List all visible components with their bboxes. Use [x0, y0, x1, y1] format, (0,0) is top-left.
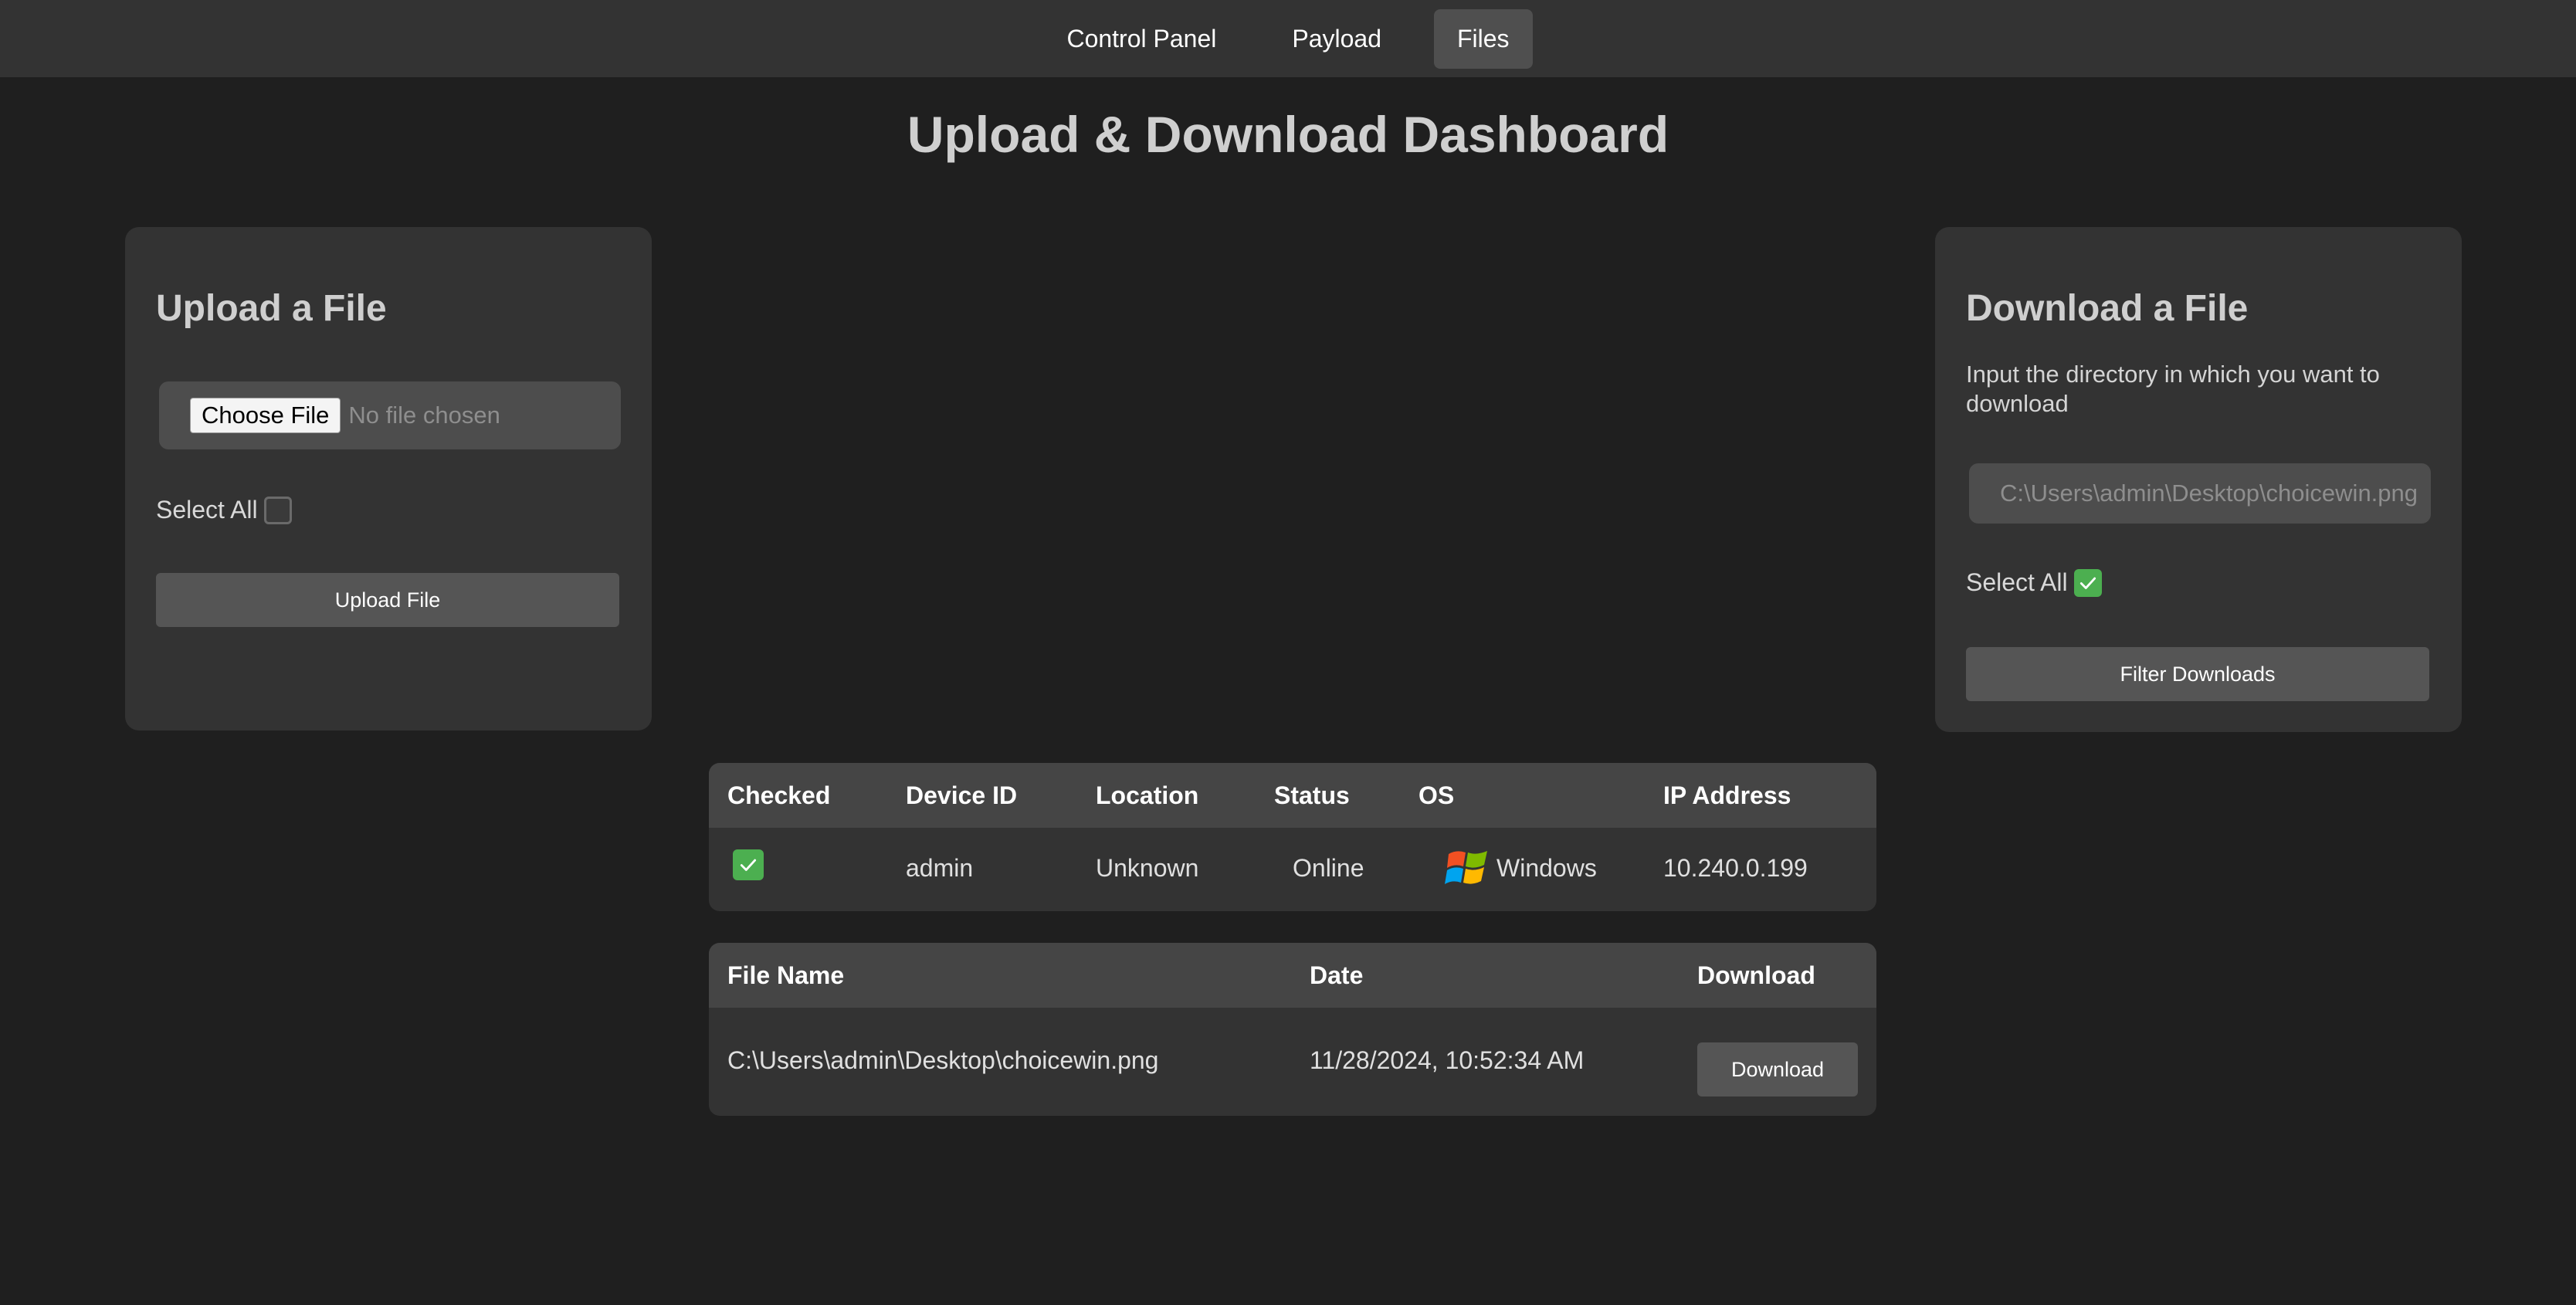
- col-checked: Checked: [727, 781, 831, 809]
- download-select-all: Select All: [1966, 568, 2102, 597]
- download-button[interactable]: Download: [1697, 1042, 1858, 1097]
- download-card: Download a File Input the directory in w…: [1935, 227, 2462, 732]
- col-date: Date: [1310, 961, 1364, 989]
- download-title: Download a File: [1966, 288, 2249, 329]
- col-download: Download: [1697, 961, 1815, 989]
- status-cell: Online: [1293, 854, 1364, 882]
- checkmark-icon: [2079, 577, 2096, 589]
- select-all-label: Select All: [156, 496, 258, 524]
- table-row: C:\Users\admin\Desktop\choicewin.png 11/…: [709, 1008, 1876, 1116]
- upload-select-all-checkbox[interactable]: [263, 496, 292, 524]
- top-nav: Control Panel Payload Files: [0, 0, 2576, 77]
- location-cell: Unknown: [1096, 854, 1199, 882]
- row-checked-cell: [733, 849, 764, 880]
- checkmark-icon: [740, 859, 757, 871]
- files-table: File Name Date Download C:\Users\admin\D…: [709, 943, 1876, 1116]
- select-all-label: Select All: [1966, 568, 2068, 596]
- table-row: admin Unknown Online Windows 10.240.0.19…: [709, 828, 1876, 911]
- download-description: Input the directory in which you want to…: [1966, 361, 2380, 417]
- no-file-label: No file chosen: [348, 402, 500, 429]
- col-status: Status: [1274, 781, 1350, 809]
- windows-logo-icon: [1445, 851, 1487, 884]
- download-select-all-checkbox[interactable]: [2073, 568, 2102, 597]
- download-cell: Download: [1697, 1042, 1858, 1097]
- nav-files[interactable]: Files: [1433, 8, 1533, 69]
- col-location: Location: [1096, 781, 1199, 809]
- os-cell: Windows: [1444, 845, 1597, 891]
- upload-select-all: Select All: [156, 496, 292, 524]
- upload-file-button[interactable]: Upload File: [156, 573, 619, 627]
- ip-cell: 10.240.0.199: [1663, 854, 1808, 882]
- col-file-name: File Name: [727, 961, 845, 989]
- upload-card: Upload a File Choose File No file chosen…: [125, 227, 652, 730]
- row-checkbox[interactable]: [733, 849, 764, 880]
- device-id-cell: admin: [906, 854, 974, 882]
- devices-table: Checked Device ID Location Status OS IP …: [709, 763, 1876, 911]
- file-name-cell: C:\Users\admin\Desktop\choicewin.png: [727, 1046, 1159, 1074]
- date-cell: 11/28/2024, 10:52:34 AM: [1310, 1046, 1585, 1074]
- page-title: Upload & Download Dashboard: [907, 106, 1669, 163]
- filter-downloads-button[interactable]: Filter Downloads: [1966, 647, 2429, 701]
- upload-title: Upload a File: [156, 288, 387, 329]
- file-picker[interactable]: Choose File No file chosen: [159, 381, 621, 449]
- directory-input[interactable]: C:\Users\admin\Desktop\choicewin.png: [1969, 463, 2431, 524]
- choose-file-button[interactable]: Choose File: [190, 398, 341, 433]
- nav-control-panel[interactable]: Control Panel: [1043, 9, 1239, 69]
- files-table-header: File Name Date Download: [709, 943, 1876, 1008]
- devices-table-header: Checked Device ID Location Status OS IP …: [709, 763, 1876, 828]
- col-os: OS: [1418, 781, 1455, 809]
- os-label: Windows: [1496, 853, 1597, 882]
- nav-payload[interactable]: Payload: [1269, 9, 1405, 69]
- col-device-id: Device ID: [906, 781, 1018, 809]
- col-ip: IP Address: [1663, 781, 1791, 809]
